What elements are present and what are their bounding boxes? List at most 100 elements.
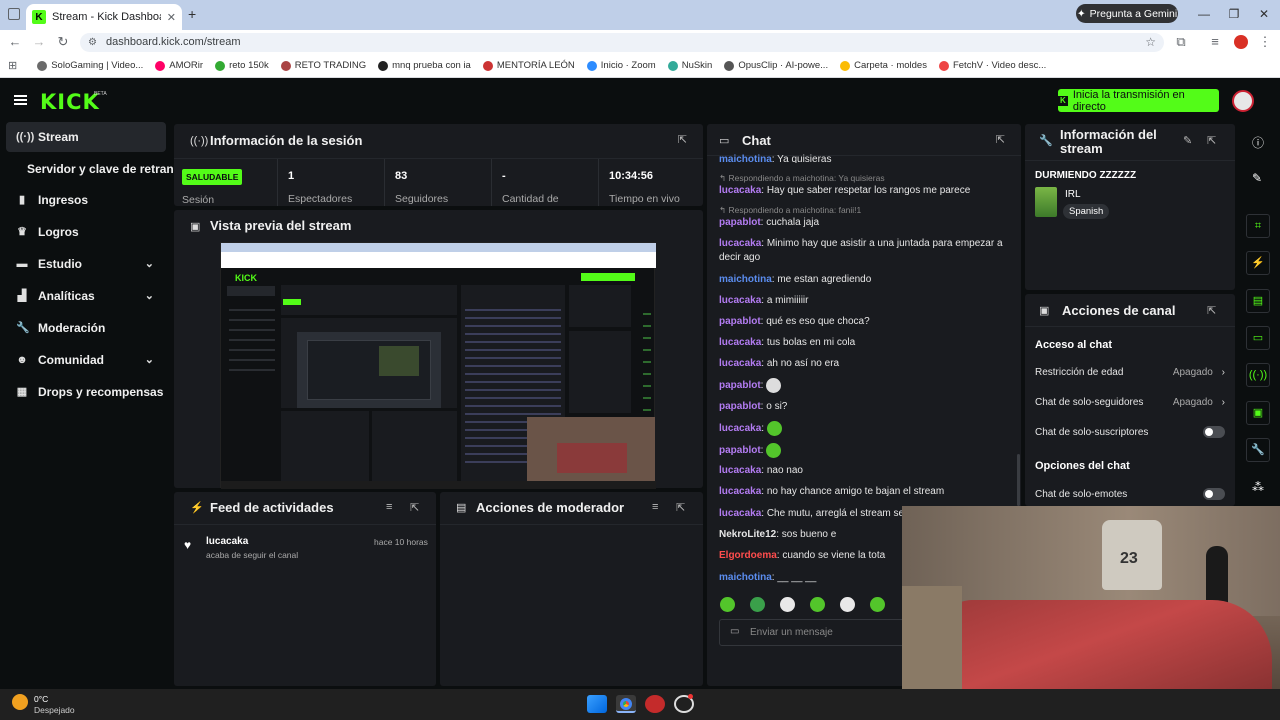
emote-icon[interactable] [720, 597, 735, 612]
chat-username[interactable]: lucacaka [719, 358, 761, 369]
new-tab-icon[interactable]: + [188, 6, 196, 22]
emote-icon[interactable] [750, 597, 765, 612]
bookmark-item[interactable]: OpusClip · AI-powe... [718, 60, 834, 71]
bookmark-item[interactable]: RETO TRADING [275, 60, 372, 71]
forward-icon[interactable]: → [30, 34, 48, 50]
sidebar-item-drops[interactable]: ▦ Drops y recompensas [6, 378, 166, 406]
filter-icon[interactable]: ≡ [652, 501, 658, 513]
toolbar-button-broadcast[interactable]: ((·)) [1246, 363, 1270, 387]
chat-username[interactable]: papablot [719, 217, 761, 228]
bookmark-item[interactable]: Inicio · Zoom [581, 60, 662, 71]
bookmark-item[interactable]: SoloGaming | Video... [31, 60, 149, 71]
chat-username[interactable]: lucacaka [719, 185, 761, 196]
emote-icon[interactable] [810, 597, 825, 612]
gemini-button[interactable]: ✦ Pregunta a Gemini [1076, 4, 1178, 23]
chat-username[interactable]: lucacaka [719, 486, 761, 497]
chat-username[interactable]: maichotina [719, 572, 772, 583]
windows-start-icon[interactable] [587, 695, 607, 713]
community-icon[interactable]: ⁂ [1252, 480, 1264, 494]
edit-icon[interactable]: ✎ [1252, 171, 1262, 185]
emote-icon[interactable] [870, 597, 885, 612]
url-field[interactable]: ⚙ dashboard.kick.com/stream ☆ [80, 33, 1164, 52]
popout-icon[interactable]: ⇱ [1207, 134, 1216, 147]
browser-tab[interactable]: K Stream - Kick Dashboard ✕ [26, 4, 182, 30]
subscribers-only-toggle[interactable] [1203, 426, 1225, 438]
chat-username[interactable]: lucacaka [719, 337, 761, 348]
edit-icon[interactable]: ✎ [1183, 134, 1192, 147]
close-tab-icon[interactable]: ✕ [167, 11, 176, 24]
bookmark-item[interactable]: AMORir [149, 60, 209, 71]
sidebar-item-stream[interactable]: ((·)) Stream [6, 122, 166, 152]
category-thumbnail[interactable] [1035, 187, 1057, 217]
toolbar-button-chat[interactable]: ▭ [1246, 326, 1270, 350]
toolbar-button-clip[interactable]: ⌗ [1246, 214, 1270, 238]
sidebar-item-achievements[interactable]: ♛ Logros [6, 218, 166, 246]
popout-icon[interactable]: ⇱ [410, 501, 419, 514]
minimize-icon[interactable]: — [1190, 4, 1218, 24]
profile-icon[interactable] [1234, 35, 1248, 49]
emote-icon[interactable] [840, 597, 855, 612]
chat-username[interactable]: maichotina [719, 154, 772, 163]
chat-username[interactable]: papablot [719, 316, 761, 327]
stream-preview-video[interactable]: KICK [220, 242, 656, 489]
chrome-taskbar-icon[interactable] [616, 695, 636, 713]
bookmark-item[interactable]: MENTORÍA LEÓN [477, 60, 581, 71]
chat-username[interactable]: lucacaka [719, 465, 761, 476]
kick-logo[interactable]: KICK [40, 90, 100, 114]
bookmark-item[interactable]: NuSkin [662, 60, 719, 71]
chat-username[interactable]: papablot [719, 445, 761, 456]
sidebar-item-community[interactable]: ☻ Comunidad ⌄ [6, 346, 166, 374]
sidebar-item-analytics[interactable]: ▟ Analíticas ⌄ [6, 282, 166, 310]
chat-username[interactable]: lucacaka [719, 238, 761, 249]
go-live-button[interactable]: K Inicia la transmisión en directo [1058, 89, 1219, 113]
popout-icon[interactable]: ⇱ [1207, 304, 1216, 317]
browser-menu-icon[interactable]: ⋮ [1256, 34, 1274, 50]
tab-search-icon[interactable] [8, 8, 20, 20]
extensions-icon[interactable]: ⧉ [1172, 34, 1190, 50]
toolbar-button-wrench[interactable]: 🔧 [1246, 438, 1270, 462]
emotes-only-toggle[interactable] [1203, 488, 1225, 500]
weather-icon[interactable] [12, 694, 28, 710]
sidebar-item-moderation[interactable]: 🔧 Moderación [6, 314, 166, 342]
chat-username[interactable]: lucacaka [719, 295, 761, 306]
chat-username[interactable]: papablot [719, 401, 761, 412]
followers-only-row[interactable]: Chat de solo-seguidores Apagado › [1035, 397, 1225, 408]
chat-username[interactable]: papablot [719, 380, 761, 391]
chat-username[interactable]: NekroLite12 [719, 529, 776, 540]
bookmark-item[interactable]: Carpeta · moldes [834, 60, 933, 71]
hamburger-menu-icon[interactable] [14, 95, 27, 105]
apps-grid-icon[interactable]: ⊞ [8, 59, 17, 72]
filter-icon[interactable]: ≡ [386, 501, 392, 513]
media-icon[interactable]: ≡ [1206, 34, 1224, 50]
chat-scrollbar[interactable] [1017, 454, 1020, 506]
emote-icon[interactable] [780, 597, 795, 612]
chat-username[interactable]: maichotina [719, 274, 772, 285]
chat-username[interactable]: lucacaka [719, 508, 761, 519]
chat-username[interactable]: lucacaka [719, 423, 761, 434]
close-window-icon[interactable]: ✕ [1250, 4, 1278, 24]
user-avatar[interactable] [1232, 90, 1254, 112]
sidebar-item-server-key[interactable]: Servidor y clave de retransmisión [6, 155, 176, 183]
restore-icon[interactable]: ❐ [1220, 4, 1248, 24]
toolbar-button-lightning[interactable]: ⚡ [1246, 251, 1270, 275]
toolbar-button-moderator[interactable]: ▣ [1246, 401, 1270, 425]
chat-username[interactable]: Elgordoema [719, 550, 777, 561]
activity-user[interactable]: lucacaka [206, 536, 248, 547]
site-info-icon[interactable]: ⚙ [88, 33, 97, 52]
bookmark-item[interactable]: mnq prueba con ia [372, 60, 477, 71]
bookmark-item[interactable]: FetchV · Video desc... [933, 60, 1052, 71]
reload-icon[interactable]: ↻ [54, 34, 72, 50]
popout-icon[interactable]: ⇱ [678, 133, 687, 146]
sidebar-item-studio[interactable]: ▬ Estudio ⌄ [6, 250, 166, 278]
bookmark-item[interactable]: reto 150k [209, 60, 275, 71]
popout-icon[interactable]: ⇱ [676, 501, 685, 514]
age-restriction-row[interactable]: Restricción de edad Apagado › [1035, 367, 1225, 378]
popout-icon[interactable]: ⇱ [996, 133, 1005, 146]
chat-input[interactable]: ▭ Enviar un mensaje [719, 619, 915, 646]
info-icon[interactable]: ⓘ [1252, 134, 1264, 151]
back-icon[interactable]: ← [6, 34, 24, 50]
toolbar-button-document[interactable]: ▤ [1246, 289, 1270, 313]
category-name[interactable]: IRL [1065, 189, 1081, 200]
app-taskbar-icon[interactable] [645, 695, 665, 713]
sidebar-item-revenue[interactable]: ▮ Ingresos [6, 186, 166, 214]
